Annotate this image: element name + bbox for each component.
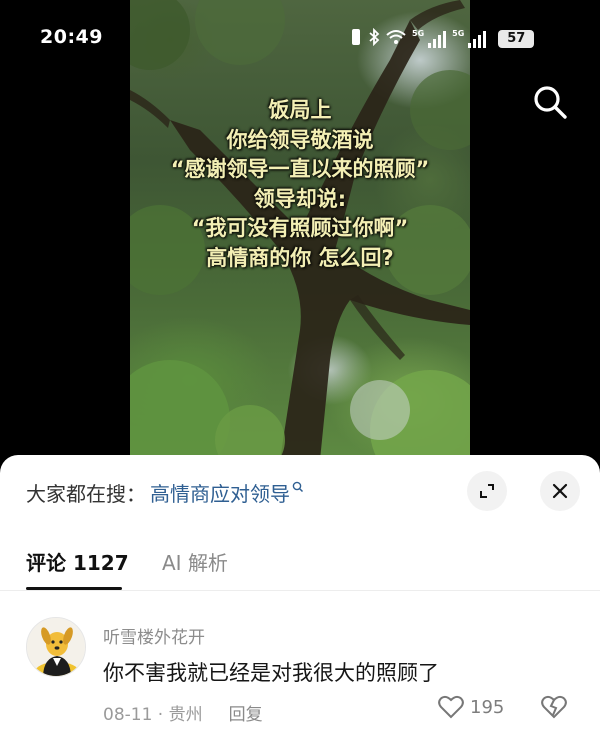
tab-comments[interactable]: 评论 1127: [26, 547, 129, 576]
caption-line: 领导却说:: [253, 186, 347, 211]
comment-meta: 08-11 · 贵州 回复: [103, 700, 263, 725]
avatar[interactable]: [26, 617, 86, 677]
like-count: 195: [470, 696, 505, 718]
vibrate-icon: [350, 28, 362, 51]
reply-button[interactable]: 回复: [229, 700, 263, 725]
comment-sheet: 大家都在搜： 高情商应对领导 评论 1127 AI 解析 听雪楼外花开 你不害我…: [0, 455, 600, 740]
close-icon: [552, 483, 568, 499]
tab-bar: 评论 1127 AI 解析: [0, 535, 600, 591]
active-tab-indicator: [26, 587, 122, 590]
hot-search-term[interactable]: 高情商应对领导: [150, 478, 290, 507]
comment-date-location: 08-11 · 贵州: [103, 705, 203, 725]
broken-heart-icon: [541, 695, 567, 719]
status-icons: 5G 5G 57: [350, 27, 535, 51]
dislike-button[interactable]: [540, 695, 568, 723]
search-button[interactable]: [530, 82, 570, 122]
tab-ai-analysis[interactable]: AI 解析: [162, 547, 228, 576]
caption-line: 高情商的你 怎么回?: [206, 245, 394, 270]
hot-search-label: 大家都在搜：: [26, 481, 146, 506]
hot-search-bar[interactable]: 大家都在搜： 高情商应对领导: [26, 477, 304, 507]
network-type-1: 5G: [412, 28, 425, 38]
bluetooth-icon: [368, 27, 380, 51]
heart-icon: [438, 695, 464, 719]
network-type-2: 5G: [452, 28, 465, 38]
battery-indicator: 57: [498, 30, 535, 48]
signal-icon: [428, 30, 447, 48]
status-time: 20:49: [40, 26, 103, 48]
expand-button[interactable]: [467, 471, 507, 511]
like-button[interactable]: 195: [438, 695, 504, 719]
caption-line: “感谢领导一直以来的照顾”: [170, 157, 430, 181]
search-icon: [534, 86, 567, 119]
search-icon: [292, 474, 304, 498]
caption-line: 你给领导敬酒说: [226, 127, 374, 152]
expand-icon: [480, 484, 494, 498]
wifi-icon: [386, 29, 406, 50]
signal-icon: [468, 30, 487, 48]
comment-item: 听雪楼外花开 你不害我就已经是对我很大的照顾了 08-11 · 贵州 回复 19…: [0, 595, 600, 740]
close-button[interactable]: [540, 471, 580, 511]
comment-text[interactable]: 你不害我就已经是对我很大的照顾了: [103, 657, 439, 687]
caption-line: 饭局上: [268, 98, 332, 122]
caption-line: “我可没有照顾过你啊”: [191, 216, 409, 240]
video-caption: 饭局上 你给领导敬酒说 “感谢领导一直以来的照顾” 领导却说: “我可没有照顾过…: [130, 96, 470, 273]
video-player[interactable]: 饭局上 你给领导敬酒说 “感谢领导一直以来的照顾” 领导却说: “我可没有照顾过…: [0, 0, 600, 460]
cartoon-dog-avatar: [27, 618, 85, 676]
comment-username[interactable]: 听雪楼外花开: [103, 623, 205, 648]
